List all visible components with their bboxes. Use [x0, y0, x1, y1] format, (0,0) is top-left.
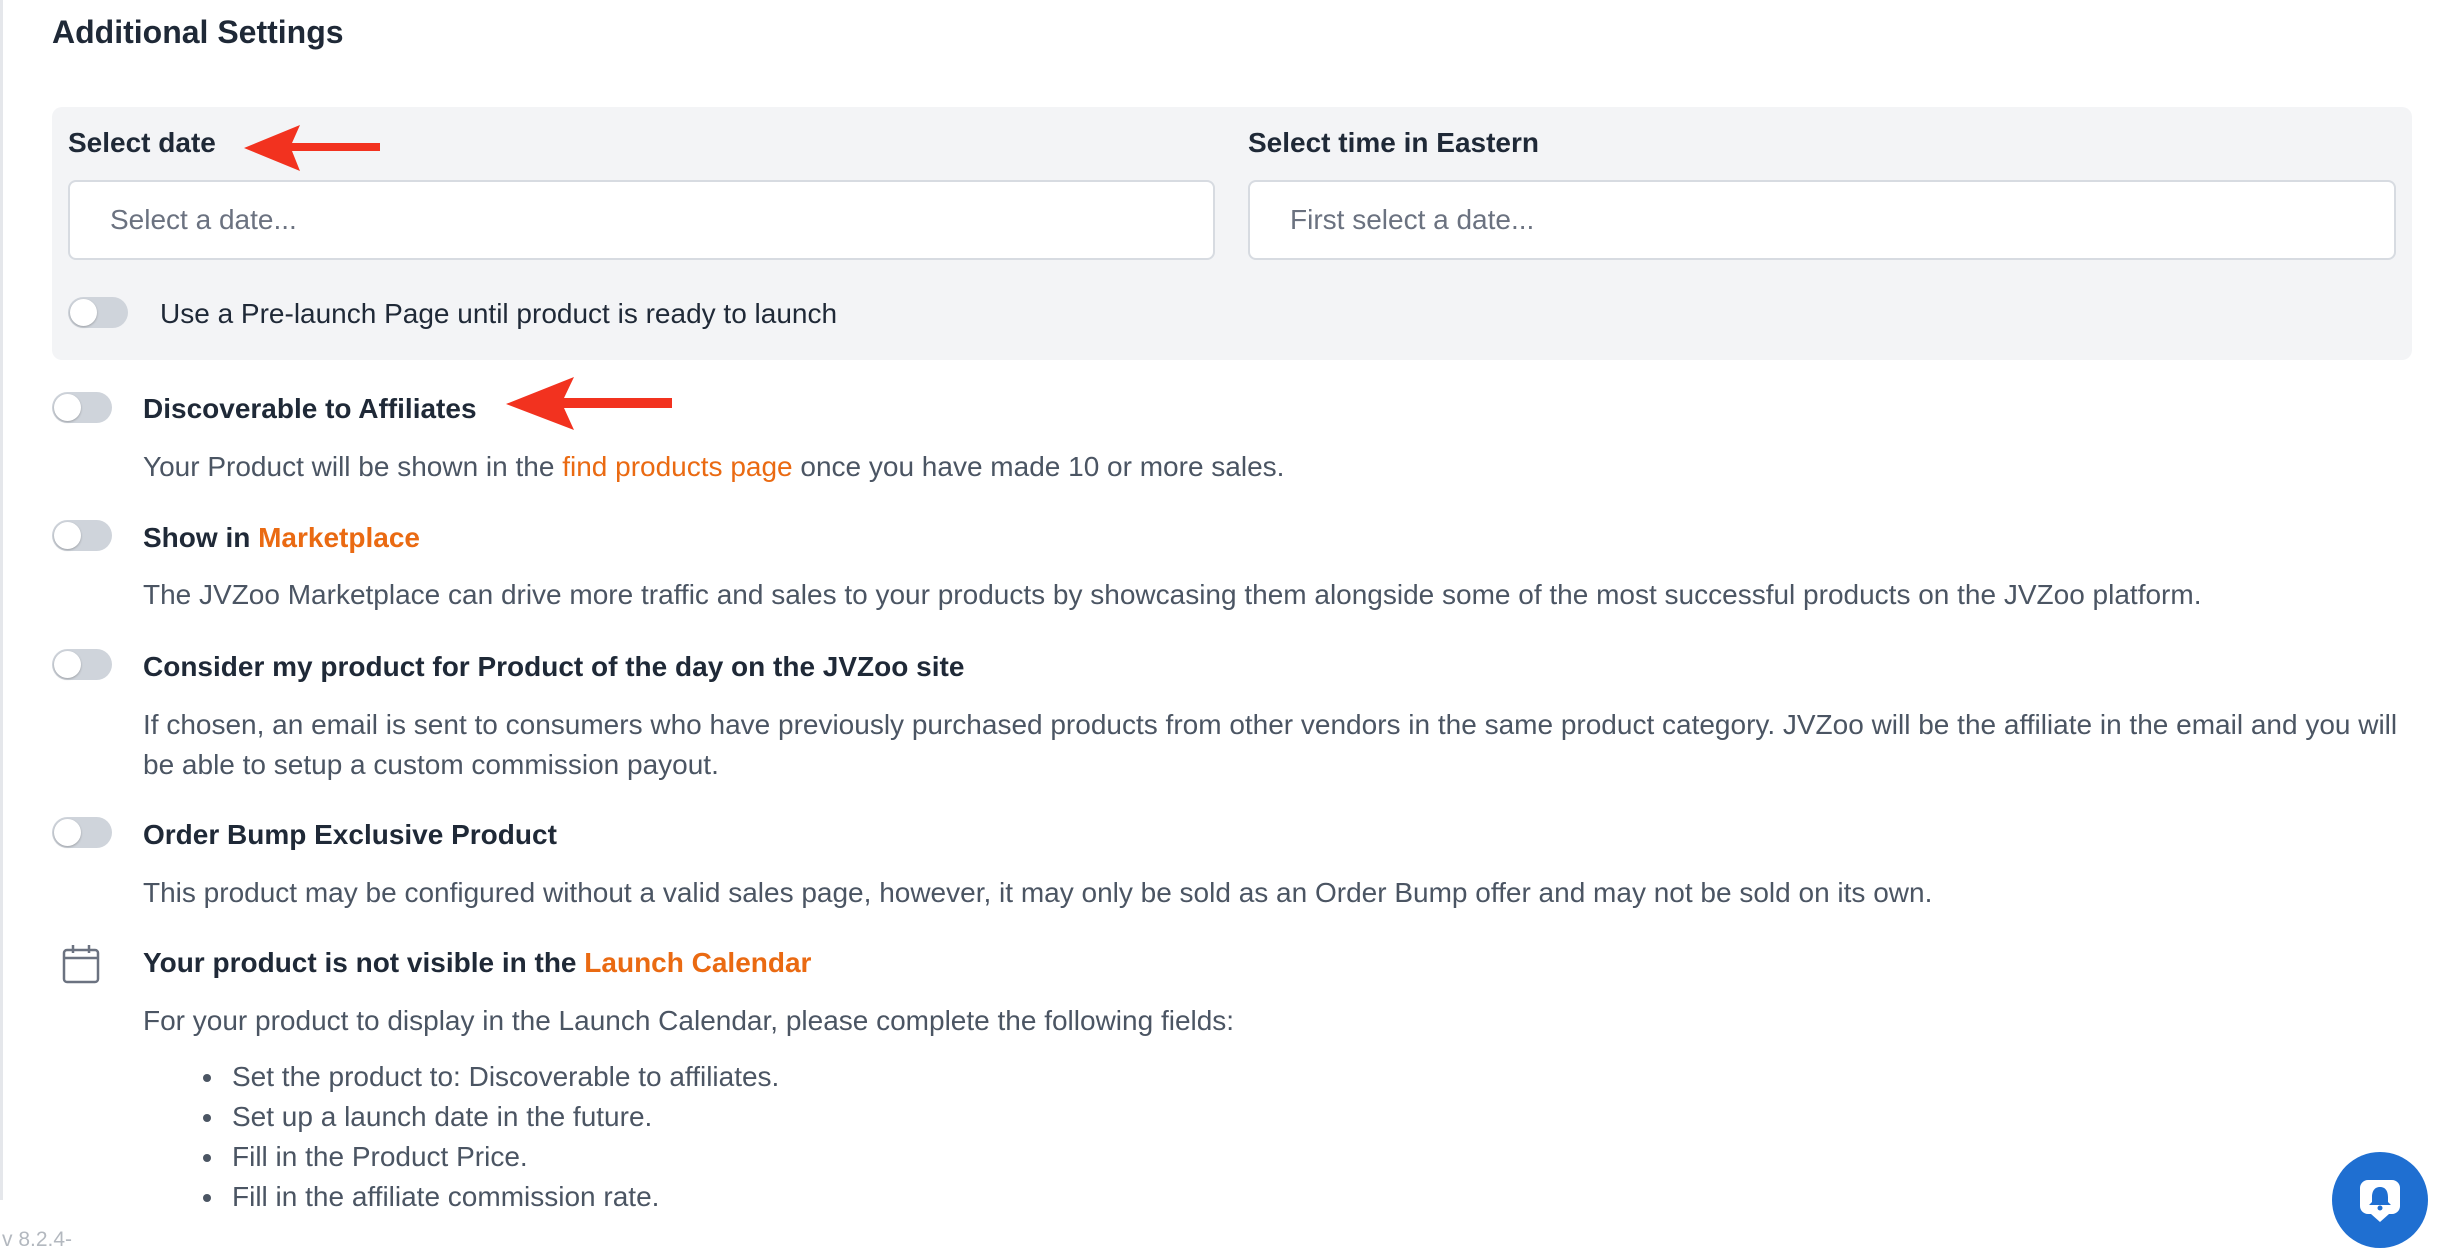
launch-calendar-description: For your product to display in the Launc… — [143, 1005, 1235, 1036]
product-of-day-title: Consider my product for Product of the d… — [143, 651, 965, 682]
launch-calendar-title: Your product is not visible in the Launc… — [143, 947, 811, 979]
date-input[interactable]: Select a date... — [68, 180, 1215, 260]
find-products-link[interactable]: find products page — [562, 451, 792, 482]
toggle-knob — [70, 299, 97, 326]
discoverable-description: Your Product will be shown in the find p… — [143, 447, 1284, 487]
bell-chat-icon — [2360, 1180, 2400, 1222]
marketplace-link[interactable]: Marketplace — [258, 522, 420, 553]
discoverable-title: Discoverable to Affiliates — [143, 393, 477, 424]
launch-calendar-title-text: Your product is not visible in the — [143, 947, 585, 978]
order-bump-toggle[interactable] — [52, 817, 112, 848]
annotation-arrow — [244, 125, 380, 171]
list-item: Set up a launch date in the future. — [226, 1097, 779, 1137]
left-border — [0, 0, 3, 1200]
discoverable-desc-text-end: once you have made 10 or more sales. — [792, 451, 1285, 482]
marketplace-title: Show in Marketplace — [143, 522, 420, 554]
list-item: Fill in the Product Price. — [226, 1137, 779, 1177]
launch-date-panel: Select date Select time in Eastern Selec… — [52, 107, 2412, 360]
order-bump-title: Order Bump Exclusive Product — [143, 819, 557, 850]
discoverable-toggle[interactable] — [52, 392, 112, 423]
product-of-day-description: If chosen, an email is sent to consumers… — [143, 709, 2398, 780]
prelaunch-label: Use a Pre-launch Page until product is r… — [160, 298, 838, 329]
section-title: Additional Settings — [52, 14, 344, 50]
launch-calendar-link[interactable]: Launch Calendar — [584, 947, 811, 978]
list-item: Fill in the affiliate commission rate. — [226, 1177, 779, 1217]
time-input[interactable]: First select a date... — [1248, 180, 2396, 260]
order-bump-description: This product may be configured without a… — [143, 877, 1933, 908]
discoverable-desc-text: Your Product will be shown in the — [143, 451, 563, 482]
version-label: v 8.2.4- — [2, 1228, 73, 1251]
marketplace-toggle[interactable] — [52, 520, 112, 551]
toggle-knob — [54, 394, 81, 421]
marketplace-description: The JVZoo Marketplace can drive more tra… — [143, 579, 2202, 610]
select-time-label: Select time in Eastern — [1248, 127, 1540, 158]
calendar-icon — [62, 945, 100, 984]
toggle-knob — [54, 522, 81, 549]
toggle-knob — [54, 651, 81, 678]
annotation-arrow — [506, 377, 672, 430]
prelaunch-toggle[interactable] — [68, 297, 128, 328]
toggle-knob — [54, 819, 81, 846]
select-date-label: Select date — [68, 127, 216, 158]
launch-requirements-list: Set the product to: Discoverable to affi… — [196, 1057, 779, 1217]
list-item: Set the product to: Discoverable to affi… — [226, 1057, 779, 1097]
notification-chat-button[interactable] — [2332, 1152, 2428, 1248]
product-of-day-toggle[interactable] — [52, 649, 112, 680]
marketplace-title-text: Show in — [143, 522, 259, 553]
